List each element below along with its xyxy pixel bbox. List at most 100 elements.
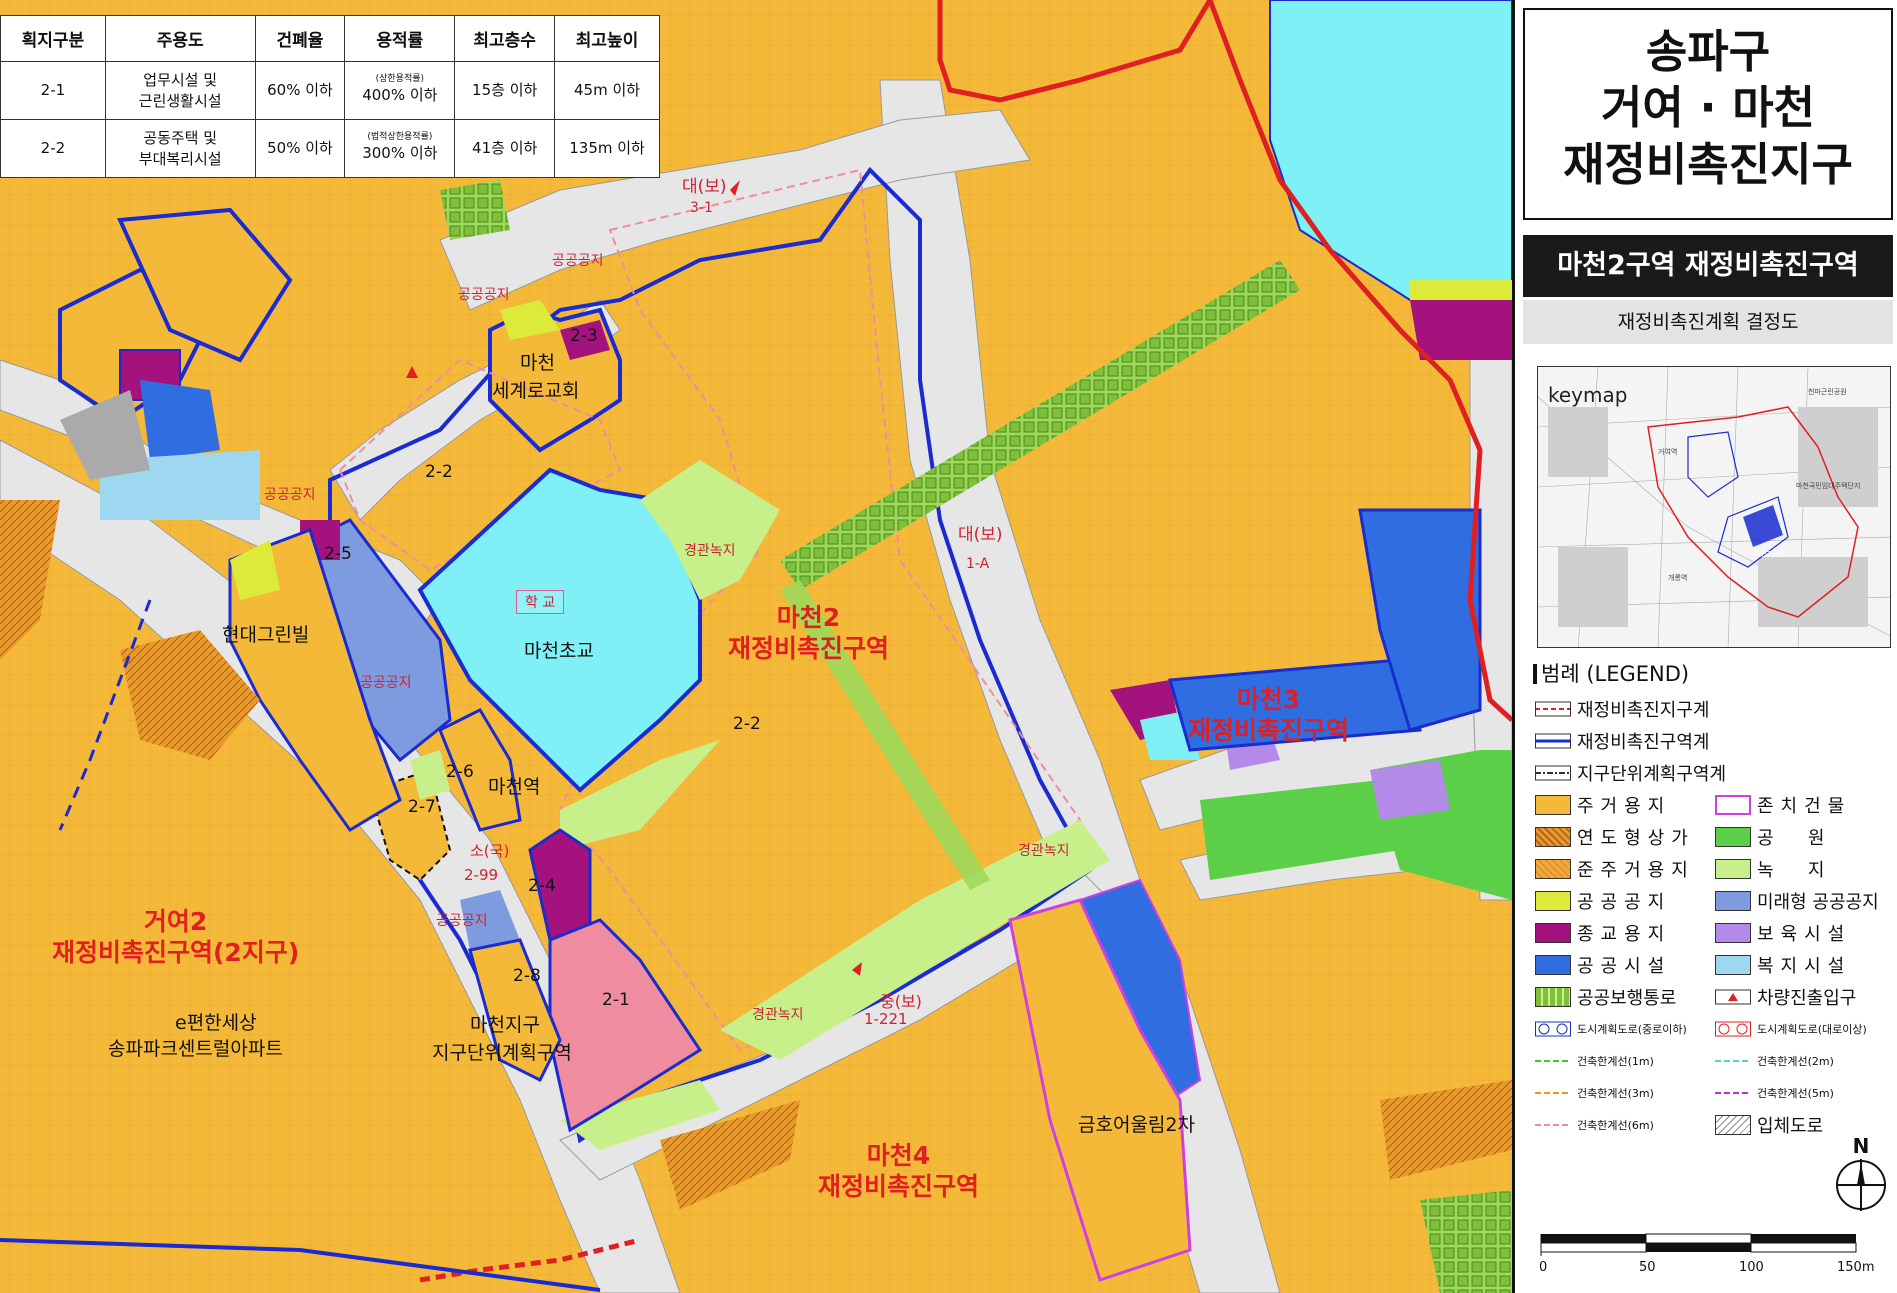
scale-bar-graphic [1540,1233,1857,1256]
district-type: 재정비촉진구역 [1188,716,1350,746]
scale-tick: 50 [1639,1260,1656,1275]
legend-label: 녹 지 [1757,860,1825,881]
existing-building-swatch [1715,795,1751,815]
church-label: 세계로교회 [492,380,580,402]
legend-label: 공공보행통로 [1577,988,1677,1009]
legend-item: 재정비촉진지구계 [1535,697,1709,721]
apartment-label: 현대그린빌 [222,624,310,646]
legend-label: 재정비촉진지구계 [1577,700,1710,721]
legend-item: 공공시설 [1535,953,1671,977]
scale-tick: 100 [1739,1260,1764,1275]
zone-label-2-5: 2-5 [324,544,352,564]
zone-label-2-6: 2-6 [446,762,474,782]
school-label: 마천초교 [524,640,594,662]
legend-label: 미래형 공공공지 [1757,892,1879,913]
keymap-note: 마천2구역 [1754,550,1785,558]
legend-item: 건축한계선(3m) [1535,1081,1654,1105]
keymap-title: keymap [1548,383,1628,407]
legend-item: 건축한계선(1m) [1535,1049,1654,1073]
north-arrow-icon: N [1833,1135,1889,1215]
table-row: 2-1 업무시설 및 근린생활시설 60% 이하 (상한용적률) 400% 이하 … [0,61,660,120]
table-cell: 135m 이하 [554,119,660,178]
table-cell: 2-1 [0,61,106,120]
zone-boundary-swatch [1535,733,1571,749]
scale-tick: 0 [1539,1260,1548,1275]
table-row: 2-2 공동주택 및 부대복리시설 50% 이하 (법적상한용적률) 300% 이… [0,119,660,178]
setback-6m-swatch [1535,1124,1571,1126]
station-label: 마천역 [488,776,541,798]
city-road-minor-swatch [1535,1021,1571,1037]
machon2-district-label: 마천2 재정비촉진구역 [728,602,889,665]
far-note: (상한용적률) [375,74,425,85]
table-cell: (법적상한용적률) 300% 이하 [344,119,456,178]
legend-label: 존치건물 [1757,796,1852,817]
public-facility-swatch [1535,955,1571,975]
legend-label: 건축한계선(1m) [1577,1055,1654,1068]
public-space-label: 공공공지 [436,913,488,929]
park-swatch [1715,827,1751,847]
zone-label-2-4: 2-4 [528,876,556,896]
district-plan-label: 마천지구 [470,1014,540,1036]
zoning-map[interactable]: 획지구분 주용도 건폐율 용적률 최고층수 최고높이 2-1 업무시설 및 근린… [0,0,1512,1293]
legend-label: 주거용지 [1577,796,1672,817]
keymap-note: 거여역 [1658,448,1678,456]
legend-item: 존치건물 [1715,793,1851,817]
legend-label: 도시계획도로(중로이하) [1577,1023,1687,1036]
church-label: 마천 [520,352,555,374]
legend-item: 복지시설 [1715,953,1851,977]
zone-label-2-2: 2-2 [733,714,761,734]
far-note: (법적상한용적률) [367,132,433,143]
legend-label: 도시계획도로(대로이상) [1757,1023,1867,1036]
landscape-green-label: 경관녹지 [752,1007,804,1023]
city-road-major-swatch [1715,1021,1751,1037]
apartment-label: 금호어울림2차 [1078,1114,1195,1136]
apartment-label: e편한세상 [175,1012,257,1034]
legend-item: 도시계획도로(대로이상) [1715,1017,1867,1041]
zone-label-2-1: 2-1 [602,990,630,1010]
legend-label: 건축한계선(2m) [1757,1055,1834,1068]
title-zone: 재정비촉진지구 [1563,137,1853,191]
legend-label: 연도형상가 [1577,828,1695,849]
vehicle-access-swatch [1715,989,1751,1005]
welfare-swatch [1715,955,1751,975]
public-space-swatch [1535,891,1571,911]
table-header: 주용도 [104,15,256,62]
legend-item: 공공보행통로 [1535,985,1676,1009]
zone-label-2-2: 2-2 [425,462,453,482]
legend-label: 건축한계선(5m) [1757,1087,1834,1100]
compass-icon [1836,1159,1886,1211]
semi-residential-swatch [1535,859,1571,879]
public-space-label: 공공공지 [552,253,604,269]
legend-label: 건축한계선(6m) [1577,1119,1654,1132]
district-type: 재정비촉진구역 [818,1172,980,1202]
legend-item: 차량진출입구 [1715,985,1856,1009]
road-number: 2-99 [464,866,499,884]
machon4-district-label: 마천4 재정비촉진구역 [818,1140,979,1203]
table-cell: 업무시설 및 근린생활시설 [104,61,256,120]
public-space-label: 공공공지 [458,287,510,303]
district-name: 마천4 [866,1141,931,1170]
table-header-row: 획지구분 주용도 건폐율 용적률 최고층수 최고높이 [0,15,660,62]
road-number: 1-A [966,556,990,572]
side-panel: 송파구 거여 · 마천 재정비촉진지구 마천2구역 재정비촉진구역 재정비촉진계… [1512,0,1897,1293]
keymap-note: 천마근린공원 [1808,388,1847,396]
road-label: 대(보) [682,177,727,197]
school-tag: 학 교 [516,590,565,614]
district-type: 재정비촉진구역 [728,634,890,664]
green-swatch [1715,859,1751,879]
keymap-mini-map [1538,367,1890,647]
table-cell: (상한용적률) 400% 이하 [344,61,456,120]
setback-5m-swatch [1715,1092,1751,1094]
future-public-swatch [1715,891,1751,911]
legend-bar-icon [1533,664,1537,684]
legend-label: 준주거용지 [1577,860,1695,881]
keymap[interactable]: keymap 천마근린공원 마천국민임대주택단지 마천2구역 거여역 개롱역 [1537,366,1891,648]
pedestrian-walkway-swatch [1535,987,1571,1007]
legend-label: 차량진출입구 [1757,988,1857,1009]
scale-bar: 0 50 100 150m [1539,1232,1879,1282]
legend-item: 재정비촉진구역계 [1535,729,1709,753]
legend-item: 미래형 공공공지 [1715,889,1879,913]
legend-item: 공공공지 [1535,889,1671,913]
table-header: 건폐율 [254,15,346,62]
legend-label: 공공공지 [1577,892,1672,913]
